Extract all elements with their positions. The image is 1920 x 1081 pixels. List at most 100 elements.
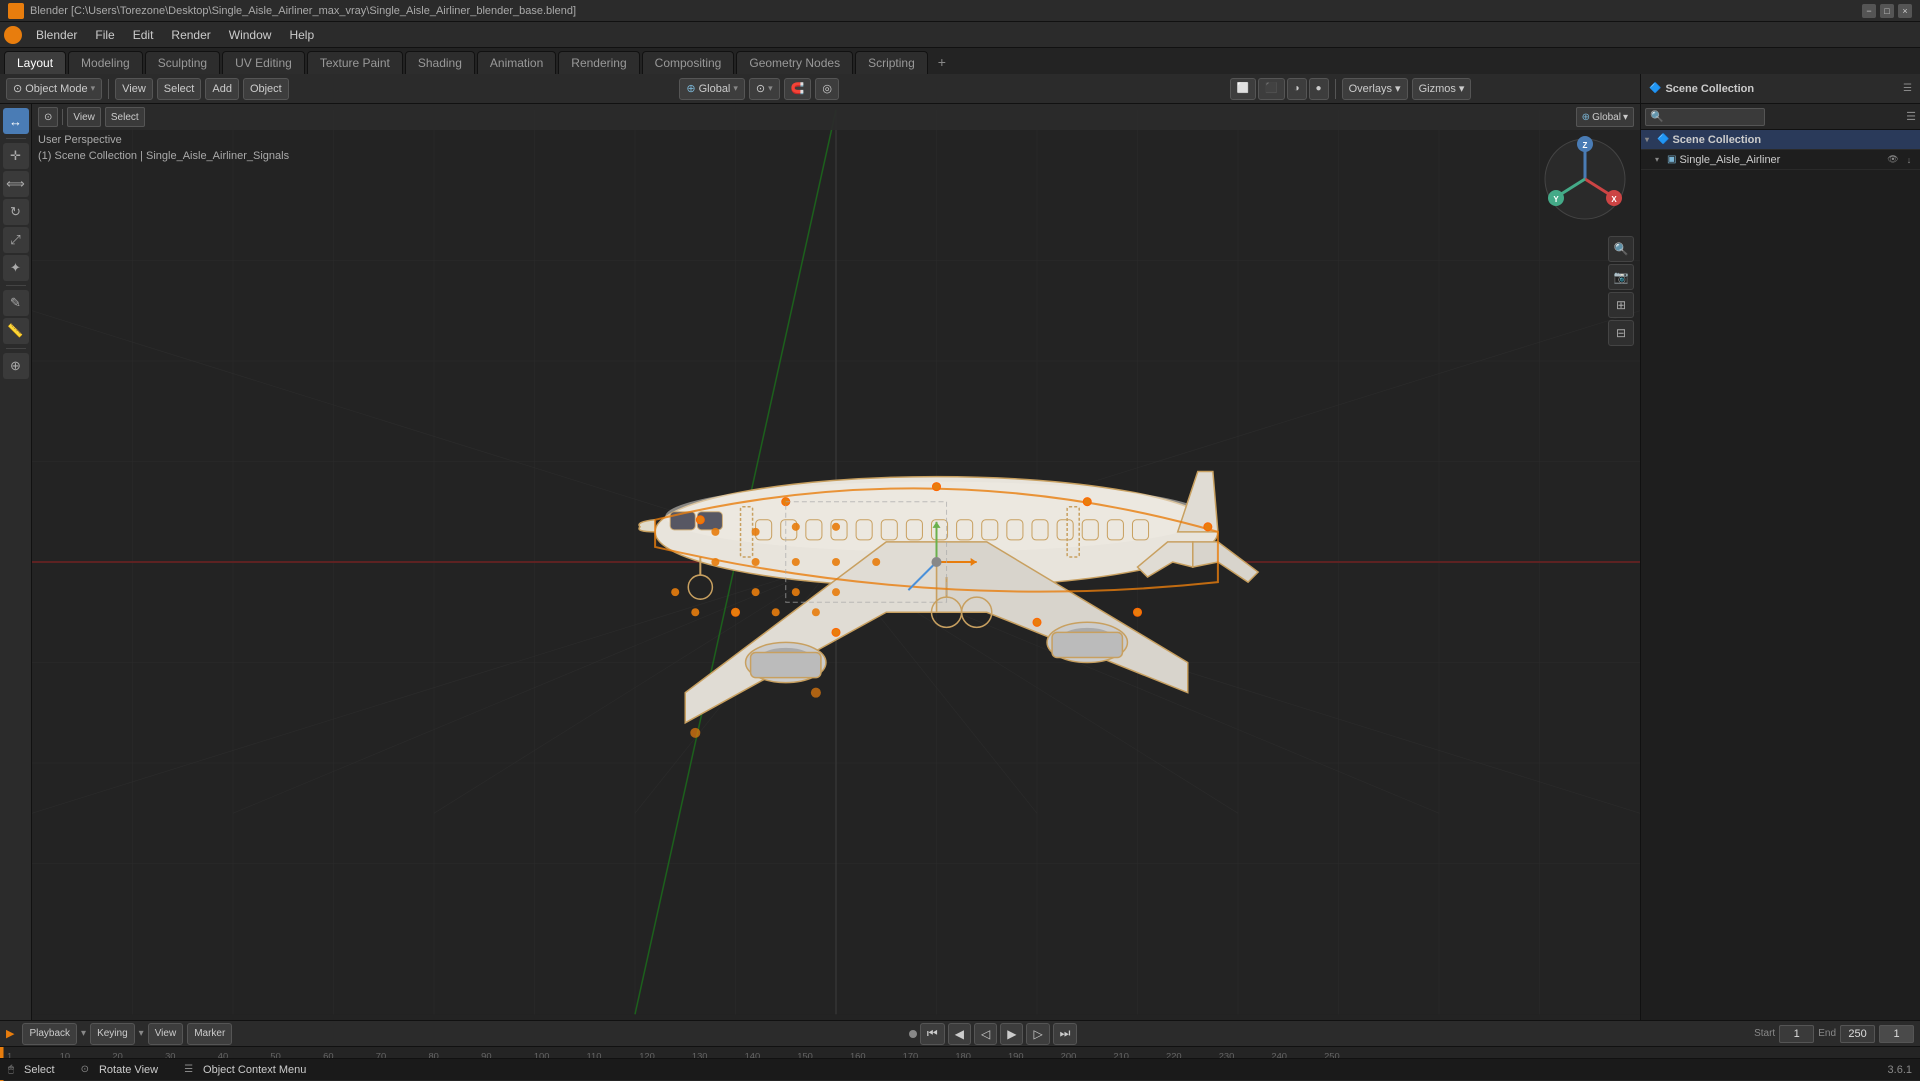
workspace-tabs: Layout Modeling Sculpting UV Editing Tex… <box>0 48 1920 74</box>
outliner-list: ▾ 🔷 Scene Collection ▾ ▣ Single_Aisle_Ai… <box>1641 130 1920 1020</box>
tab-scripting[interactable]: Scripting <box>855 51 928 74</box>
menu-blender[interactable]: Blender <box>28 26 85 44</box>
viewport-view-btn[interactable]: View <box>67 107 101 127</box>
jump-end-btn[interactable]: ⏭ <box>1053 1023 1078 1045</box>
select-tool[interactable]: ↔ <box>3 108 29 134</box>
play-back-btn[interactable]: ◁ <box>974 1023 997 1045</box>
view-perspective-btn[interactable]: ⊞ <box>1608 292 1634 318</box>
view-timeline-menu[interactable]: View <box>148 1023 184 1045</box>
view-local-btn[interactable]: ⊟ <box>1608 320 1634 346</box>
solid-mode[interactable]: ⬛ <box>1258 78 1284 100</box>
playback-menu[interactable]: Playback <box>22 1023 77 1045</box>
tab-shading[interactable]: Shading <box>405 51 475 74</box>
outliner-scene-collection[interactable]: ▾ 🔷 Scene Collection <box>1641 130 1920 150</box>
next-frame-btn[interactable]: ▷ <box>1026 1023 1049 1045</box>
move-tool[interactable]: ⟺ <box>3 171 29 197</box>
marker-menu[interactable]: Marker <box>187 1023 232 1045</box>
view-menu[interactable]: View <box>115 78 153 100</box>
outliner-search[interactable] <box>1645 108 1765 126</box>
current-frame-input[interactable] <box>1879 1025 1914 1043</box>
minimize-btn[interactable]: − <box>1862 4 1876 18</box>
title-bar: Blender [C:\Users\Torezone\Desktop\Singl… <box>0 0 1920 22</box>
scale-tool[interactable]: ⤢ <box>3 227 29 253</box>
add-workspace-btn[interactable]: + <box>930 50 954 74</box>
annotate-tool[interactable]: ✎ <box>3 290 29 316</box>
prev-frame-btn[interactable]: ◀ <box>948 1023 971 1045</box>
play-btn[interactable]: ▶ <box>1000 1023 1023 1045</box>
gizmo-toggle[interactable]: Gizmos ▾ <box>1412 78 1472 100</box>
menu-edit[interactable]: Edit <box>125 26 162 44</box>
viewport-select-btn[interactable]: Select <box>105 107 145 127</box>
recording-indicator <box>909 1030 917 1038</box>
mode-selector[interactable]: ⊙ Object Mode ▾ <box>6 78 102 100</box>
separator-2 <box>1335 79 1336 99</box>
tab-geometry-nodes[interactable]: Geometry Nodes <box>736 51 853 74</box>
tab-compositing[interactable]: Compositing <box>642 51 735 74</box>
menu-window[interactable]: Window <box>221 26 280 44</box>
overlay-toggle[interactable]: Overlays ▾ <box>1342 78 1408 100</box>
tab-uv-editing[interactable]: UV Editing <box>222 51 305 74</box>
tool-sep-2 <box>6 285 26 286</box>
view-camera-btn[interactable]: 📷 <box>1608 264 1634 290</box>
blender-logo <box>8 3 24 19</box>
tab-layout[interactable]: Layout <box>4 51 66 74</box>
svg-text:Y: Y <box>1553 195 1559 204</box>
jump-start-btn[interactable]: ⏮ <box>920 1023 945 1045</box>
window-controls[interactable]: − □ × <box>1862 4 1912 18</box>
outliner-toolbar: ☰ <box>1641 104 1920 130</box>
window-title: Blender [C:\Users\Torezone\Desktop\Singl… <box>30 5 576 17</box>
add-object-tool[interactable]: ⊕ <box>3 353 29 379</box>
material-mode[interactable]: ◑ <box>1287 78 1307 100</box>
mode-icon: ⊙ <box>13 82 22 95</box>
zoom-in-btn[interactable]: 🔍 <box>1608 236 1634 262</box>
cursor-tool[interactable]: ✛ <box>3 143 29 169</box>
viewport-3d[interactable]: ⊙ View Select ⊕ Global ▾ User Perspectiv… <box>32 104 1640 1020</box>
menu-help[interactable]: Help <box>281 26 322 44</box>
filter-icon-outliner[interactable]: ☰ <box>1906 110 1916 123</box>
timeline-header: ▶ Playback ▾ Keying ▾ View Marker ⏮ ◀ ◁ … <box>0 1021 1920 1047</box>
menu-file[interactable]: File <box>87 26 122 44</box>
orient-icon: ⊕ <box>686 82 695 95</box>
viewport-mode-btn[interactable]: ⊙ <box>38 107 58 127</box>
blender-icon <box>4 26 22 44</box>
filter-icon[interactable]: ☰ <box>1903 83 1912 94</box>
close-btn[interactable]: × <box>1898 4 1912 18</box>
svg-text:Z: Z <box>1583 141 1588 150</box>
outliner-main-collection[interactable]: ▾ ▣ Single_Aisle_Airliner 👁 ↓ <box>1641 150 1920 170</box>
tool-sep-3 <box>6 348 26 349</box>
snap-toggle[interactable]: 🧲 <box>784 78 812 100</box>
tab-rendering[interactable]: Rendering <box>558 51 639 74</box>
keying-menu[interactable]: Keying <box>90 1023 135 1045</box>
menu-bar: Blender File Edit Render Window Help <box>0 22 1920 48</box>
select-menu[interactable]: Select <box>157 78 202 100</box>
tab-animation[interactable]: Animation <box>477 51 556 74</box>
scene-collection-title: Scene Collection <box>1665 83 1903 95</box>
start-frame-input[interactable] <box>1779 1025 1814 1043</box>
pivot-point[interactable]: ⊙ ▾ <box>749 78 780 100</box>
transform-orient[interactable]: ⊕ Global ▾ <box>679 78 745 100</box>
separator-1 <box>108 79 109 99</box>
version-label: 3.6.1 <box>1888 1064 1912 1076</box>
menu-render[interactable]: Render <box>163 26 218 44</box>
transform-tool[interactable]: ✦ <box>3 255 29 281</box>
end-frame-input[interactable] <box>1840 1025 1875 1043</box>
proportional-edit[interactable]: ◎ <box>815 78 839 100</box>
tab-texture-paint[interactable]: Texture Paint <box>307 51 403 74</box>
add-menu[interactable]: Add <box>205 78 239 100</box>
status-bar: 🖱 Select ⊙ Rotate View ☰ Object Context … <box>0 1058 1920 1080</box>
snap-icon: 🧲 <box>791 82 805 95</box>
rotate-tool[interactable]: ↻ <box>3 199 29 225</box>
scene-icon: 🔷 <box>1649 83 1661 94</box>
tab-sculpting[interactable]: Sculpting <box>145 51 220 74</box>
tab-modeling[interactable]: Modeling <box>68 51 143 74</box>
viewport-canvas <box>32 104 1640 1020</box>
mode-chevron: ▾ <box>91 83 96 94</box>
rendered-mode[interactable]: ● <box>1309 78 1329 100</box>
wireframe-mode[interactable]: ⬜ <box>1230 78 1256 100</box>
maximize-btn[interactable]: □ <box>1880 4 1894 18</box>
vp-sep-1 <box>62 109 63 125</box>
object-menu[interactable]: Object <box>243 78 289 100</box>
transform-orient-vp[interactable]: ⊕ Global ▾ <box>1576 107 1634 127</box>
header-toolbar: ⊙ Object Mode ▾ View Select Add Object ⊕… <box>0 74 1920 104</box>
measure-tool[interactable]: 📏 <box>3 318 29 344</box>
